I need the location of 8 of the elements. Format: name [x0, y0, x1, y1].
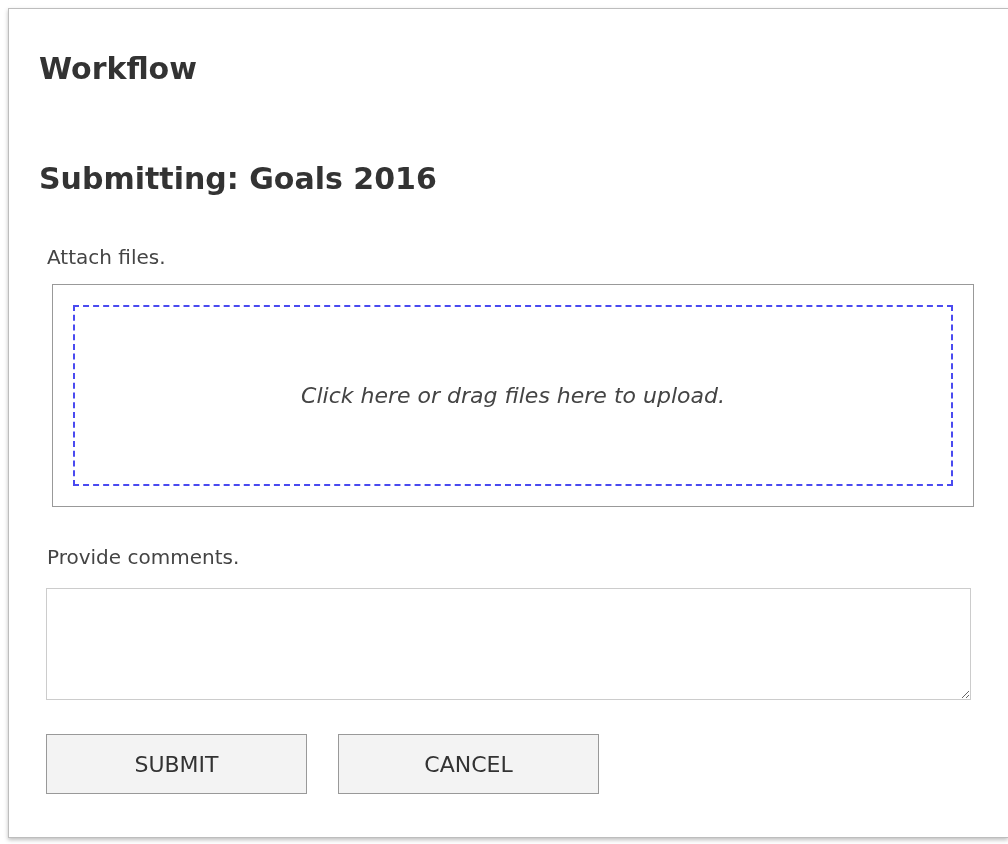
- field-label: Attach files.: [47, 244, 166, 271]
- field-label: Provide comments.: [47, 544, 240, 571]
- cancel-button[interactable]: CANCEL: [338, 734, 599, 794]
- page-title: Workflow: [39, 50, 197, 88]
- dropzone[interactable]: Click here or drag files here to upload.: [73, 305, 953, 486]
- comments-field[interactable]: [46, 588, 971, 700]
- submit-button[interactable]: SUBMIT: [46, 734, 307, 794]
- section-title: Submitting: Goals 2016: [39, 160, 437, 198]
